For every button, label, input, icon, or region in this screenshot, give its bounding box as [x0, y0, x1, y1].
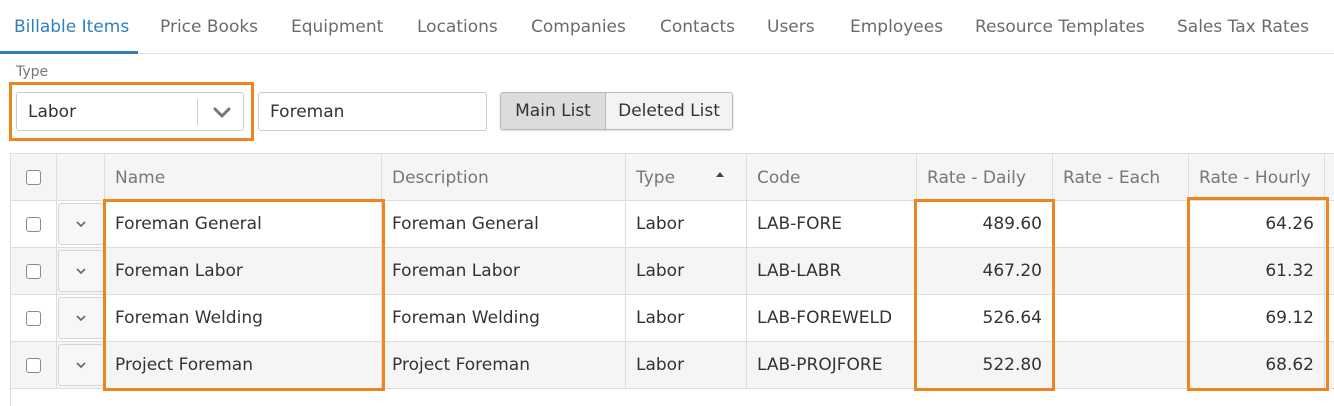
- cell-rate-daily: 489.60: [917, 201, 1053, 247]
- select-divider: [197, 99, 198, 125]
- row-expand-cell: [57, 248, 105, 294]
- row-checkbox[interactable]: [26, 357, 41, 373]
- tab-locations[interactable]: Locations: [417, 17, 498, 37]
- row-select-cell: [11, 248, 57, 294]
- select-all-checkbox[interactable]: [26, 170, 41, 185]
- row-expand-button[interactable]: [57, 250, 104, 292]
- row-select-cell: [11, 342, 57, 388]
- column-header-name[interactable]: Name: [105, 154, 382, 201]
- row-expand-cell: [57, 295, 105, 341]
- column-header-rate-each[interactable]: Rate - Each: [1053, 154, 1189, 201]
- cell-rate-each: [1053, 248, 1189, 294]
- main-list-button[interactable]: Main List: [501, 93, 606, 129]
- chevron-down-icon: [75, 268, 86, 275]
- cell-description: Foreman General: [382, 201, 626, 247]
- table-row[interactable]: Foreman Welding Foreman Welding Labor LA…: [11, 295, 1334, 342]
- cell-name: Foreman Labor: [105, 248, 382, 294]
- cell-rate-each: [1053, 201, 1189, 247]
- cell-type: Labor: [626, 342, 747, 388]
- column-header-description[interactable]: Description: [382, 154, 626, 201]
- row-expand-cell: [57, 342, 105, 388]
- row-checkbox[interactable]: [26, 310, 41, 326]
- tab-bar: Billable Items Price Books Equipment Loc…: [0, 0, 1334, 54]
- chevron-down-icon[interactable]: [209, 100, 235, 124]
- cell-rate-hourly: 61.32: [1189, 248, 1325, 294]
- cell-name: Foreman Welding: [105, 295, 382, 341]
- row-expand-cell: [57, 201, 105, 247]
- cell-code: LAB-PROJFORE: [747, 342, 917, 388]
- column-header-rate-daily[interactable]: Rate - Daily: [917, 154, 1053, 201]
- row-expand-button[interactable]: [57, 297, 104, 339]
- tab-equipment[interactable]: Equipment: [291, 17, 383, 37]
- row-expand-button[interactable]: [57, 344, 104, 386]
- cell-rate-each: [1053, 342, 1189, 388]
- cell-rate-hourly: 69.12: [1189, 295, 1325, 341]
- cell-code: LAB-FORE: [747, 201, 917, 247]
- cell-description: Foreman Welding: [382, 295, 626, 341]
- table-row[interactable]: Project Foreman Project Foreman Labor LA…: [11, 342, 1334, 389]
- type-select[interactable]: Labor: [16, 92, 244, 131]
- cell-rate-daily: 522.80: [917, 342, 1053, 388]
- tab-billable-items[interactable]: Billable Items: [14, 17, 129, 37]
- expand-column-header: [57, 154, 105, 201]
- select-all-cell: [11, 154, 57, 201]
- active-tab-indicator: [0, 51, 138, 54]
- cell-code: LAB-LABR: [747, 248, 917, 294]
- row-select-cell: [11, 201, 57, 247]
- row-checkbox[interactable]: [26, 216, 41, 232]
- list-toggle: Main List Deleted List: [500, 92, 733, 130]
- cell-rate-hourly: 68.62: [1189, 342, 1325, 388]
- chevron-down-icon: [75, 315, 86, 322]
- cell-rate-each: [1053, 295, 1189, 341]
- cell-rate-daily: 526.64: [917, 295, 1053, 341]
- chevron-down-icon: [75, 362, 86, 369]
- cell-rate-hourly: 64.26: [1189, 201, 1325, 247]
- cell-rate-daily: 467.20: [917, 248, 1053, 294]
- cell-code: LAB-FOREWELD: [747, 295, 917, 341]
- tab-companies[interactable]: Companies: [531, 17, 626, 37]
- column-header-type[interactable]: Type: [626, 154, 747, 201]
- deleted-list-button[interactable]: Deleted List: [606, 93, 732, 129]
- tab-users[interactable]: Users: [767, 17, 815, 37]
- tab-price-books[interactable]: Price Books: [160, 17, 258, 37]
- cell-type: Labor: [626, 248, 747, 294]
- cell-type: Labor: [626, 295, 747, 341]
- row-select-cell: [11, 295, 57, 341]
- cell-description: Project Foreman: [382, 342, 626, 388]
- column-header-rate-hourly[interactable]: Rate - Hourly: [1189, 154, 1325, 201]
- sort-up-icon: [716, 172, 724, 177]
- table-row[interactable]: Foreman General Foreman General Labor LA…: [11, 201, 1334, 248]
- column-header-code[interactable]: Code: [747, 154, 917, 201]
- cell-name: Project Foreman: [105, 342, 382, 388]
- cell-name: Foreman General: [105, 201, 382, 247]
- table-row[interactable]: Foreman Labor Foreman Labor Labor LAB-LA…: [11, 248, 1334, 295]
- cell-description: Foreman Labor: [382, 248, 626, 294]
- cell-type: Labor: [626, 201, 747, 247]
- type-select-value: Labor: [28, 102, 77, 122]
- tab-sales-tax-rates[interactable]: Sales Tax Rates: [1177, 17, 1309, 37]
- search-input[interactable]: [258, 92, 487, 131]
- billable-items-grid: Name Description Type Code Rate - Daily …: [10, 153, 1334, 406]
- grid-header: Name Description Type Code Rate - Daily …: [11, 154, 1334, 201]
- row-expand-button[interactable]: [57, 203, 104, 245]
- row-checkbox[interactable]: [26, 263, 41, 279]
- tab-employees[interactable]: Employees: [850, 17, 943, 37]
- tab-contacts[interactable]: Contacts: [660, 17, 735, 37]
- type-filter-label: Type: [16, 64, 49, 80]
- chevron-down-icon: [75, 221, 86, 228]
- tab-resource-templates[interactable]: Resource Templates: [975, 17, 1145, 37]
